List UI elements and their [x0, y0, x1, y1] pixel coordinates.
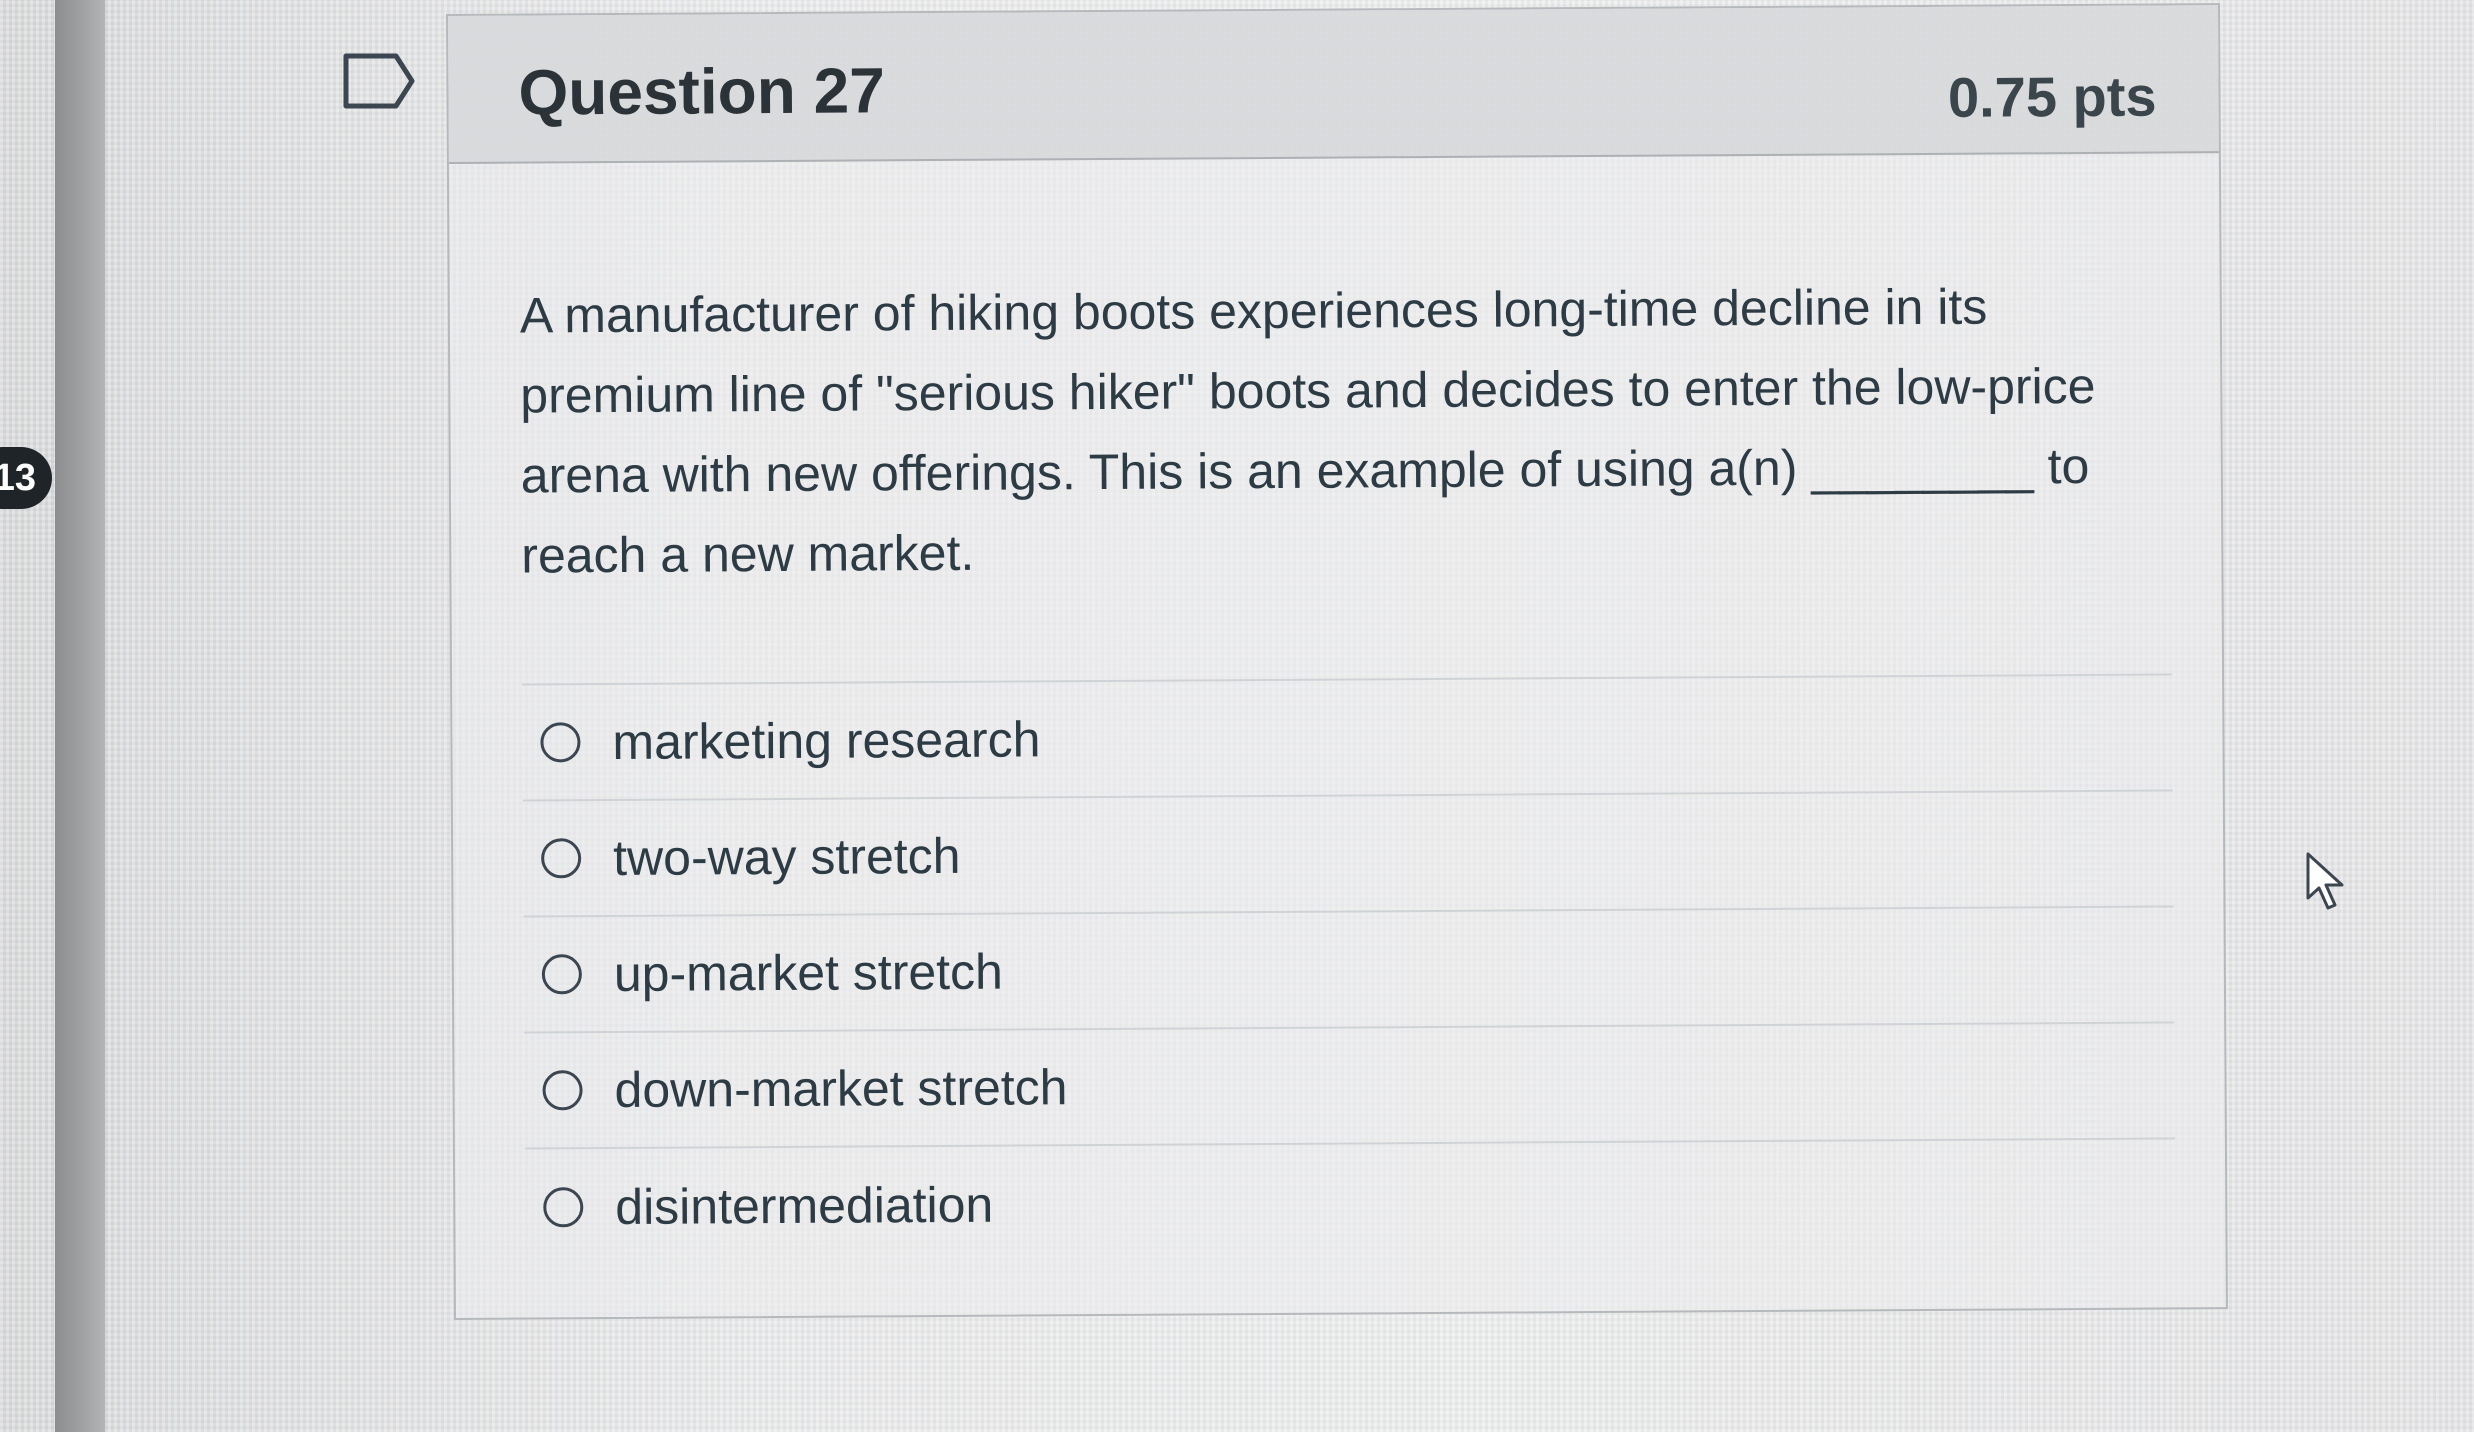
answer-option[interactable]: two-way stretch — [522, 791, 2174, 918]
question-text: A manufacturer of hiking boots experienc… — [519, 278, 2096, 584]
radio-button[interactable] — [542, 1070, 583, 1111]
radio-button[interactable] — [543, 1187, 584, 1228]
radio-button[interactable] — [541, 838, 582, 879]
flag-outline-icon[interactable] — [342, 52, 416, 110]
question-number-badge[interactable]: 13 — [0, 447, 52, 509]
answer-option[interactable]: disintermediation — [525, 1139, 2176, 1265]
question-points: 0.75 pts — [1947, 64, 2157, 129]
answer-label[interactable]: two-way stretch — [613, 827, 961, 887]
answer-label[interactable]: up-market stretch — [614, 943, 1003, 1003]
answer-label[interactable]: down-market stretch — [614, 1058, 1067, 1119]
question-header: Question 27 0.75 pts — [448, 5, 2219, 164]
answer-list: marketing research two-way stretch up-ma… — [522, 673, 2176, 1266]
answer-label[interactable]: marketing research — [612, 710, 1040, 771]
answer-option[interactable]: marketing research — [522, 675, 2173, 802]
question-title: Question 27 — [518, 54, 886, 129]
answer-option[interactable]: down-market stretch — [524, 1023, 2175, 1150]
question-body: A manufacturer of hiking boots experienc… — [449, 153, 2226, 1266]
answer-option[interactable]: up-market stretch — [523, 907, 2175, 1034]
radio-button[interactable] — [541, 954, 582, 995]
radio-button[interactable] — [540, 722, 581, 763]
answer-label[interactable]: disintermediation — [615, 1176, 993, 1236]
question-card: Question 27 0.75 pts A manufacturer of h… — [446, 3, 2228, 1320]
mouse-pointer-icon — [2306, 852, 2344, 910]
left-sidebar-strip — [55, 0, 105, 1432]
